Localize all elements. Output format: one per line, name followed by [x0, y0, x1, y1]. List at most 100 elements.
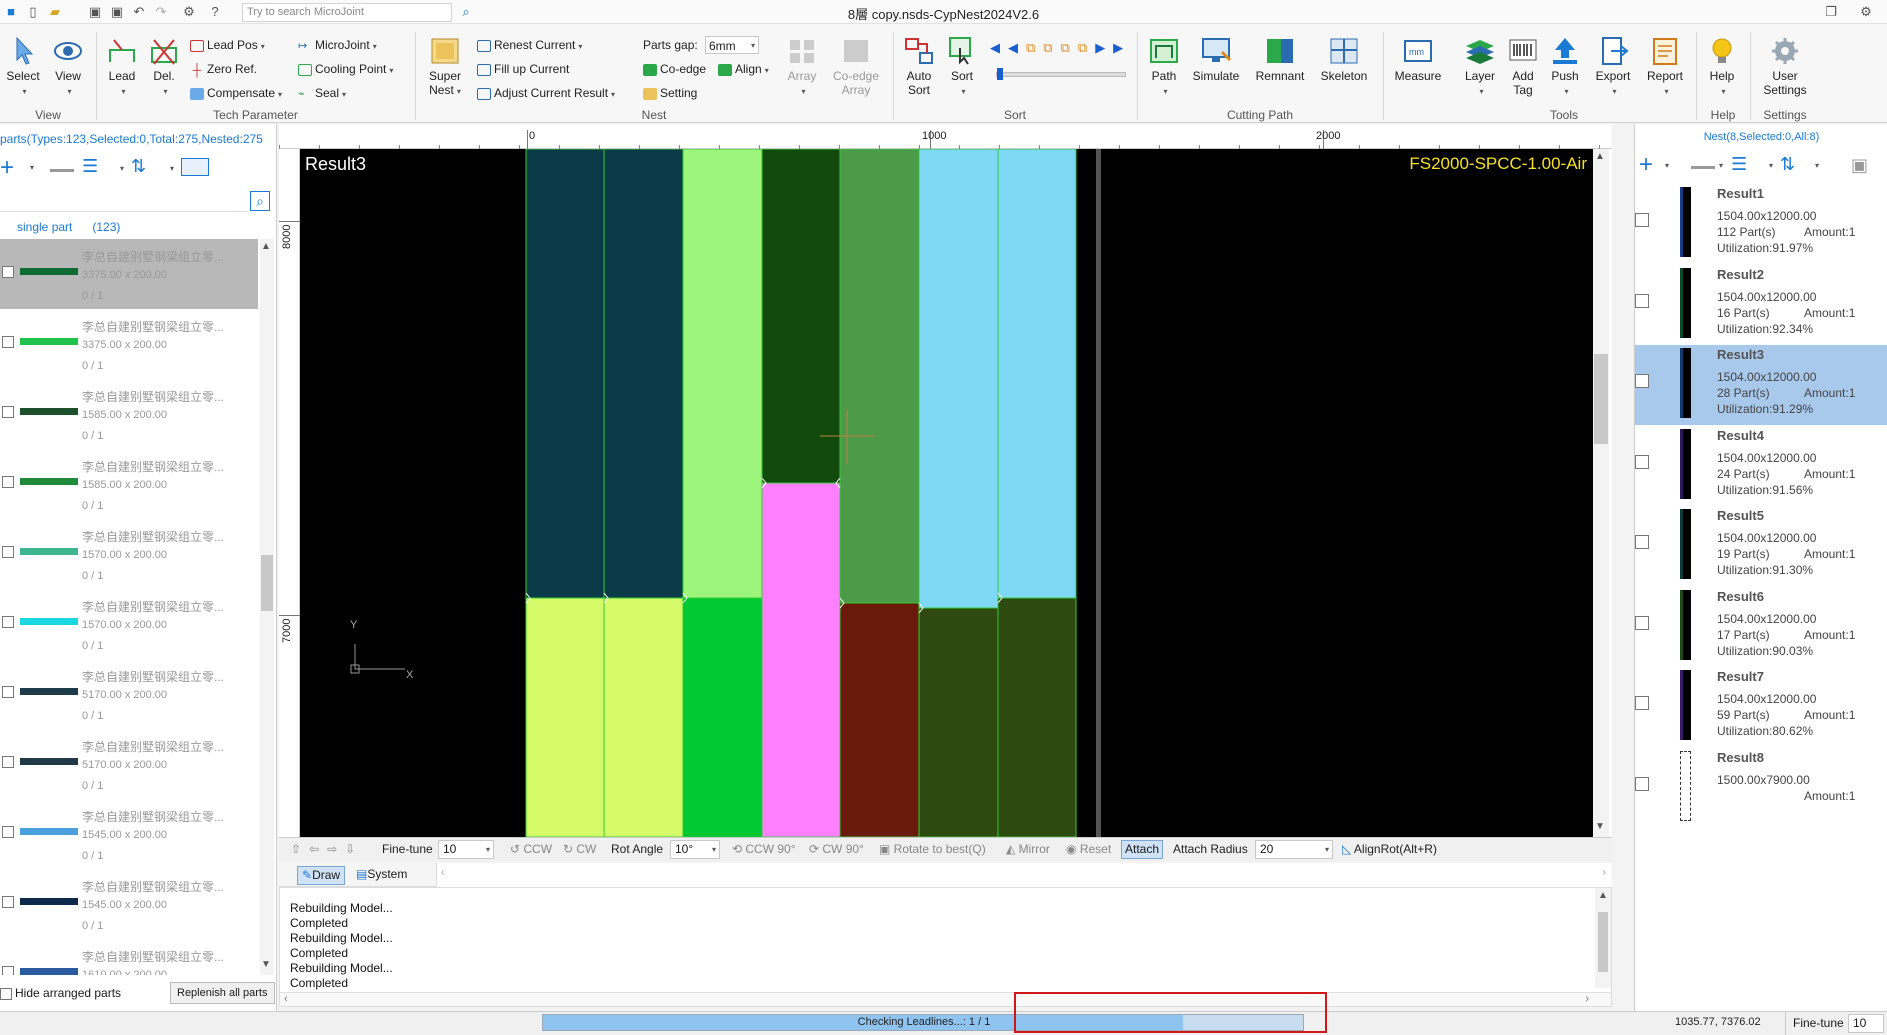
table-view-icon[interactable]	[181, 158, 209, 176]
result-item[interactable]: Result7 1504.00x12000.00 59 Part(s) Amount:…	[1635, 668, 1887, 748]
replenish-all-parts-button[interactable]: Replenish all parts	[170, 982, 275, 1004]
scroll-up-icon[interactable]: ▲	[1598, 890, 1608, 901]
rot-angle-select[interactable]: 10° ▾	[670, 840, 720, 859]
part-row[interactable]: 李总自建别墅钢梁组立零... 1570.00 x 200.00 0 / 1	[0, 519, 260, 589]
align-button[interactable]: Align ▾	[718, 60, 769, 78]
fill-up-current-button[interactable]: Fill up Current	[477, 60, 569, 78]
tab-system[interactable]: ▤System	[352, 866, 411, 885]
part-checkbox[interactable]	[2, 826, 14, 838]
part-checkbox[interactable]	[2, 476, 14, 488]
nested-part[interactable]	[603, 597, 684, 837]
tab-draw[interactable]: ✎Draw	[297, 866, 346, 885]
result-item[interactable]: Result3 1504.00x12000.00 28 Part(s) Amount:…	[1635, 346, 1887, 426]
nested-part[interactable]	[603, 149, 684, 599]
result-checkbox[interactable]	[1635, 696, 1649, 710]
renest-current-button[interactable]: Renest Current ▾	[477, 36, 582, 54]
part-row[interactable]: 李总自建别墅钢梁组立零... 1585.00 x 200.00 0 / 1	[0, 379, 260, 449]
add-part-icon[interactable]: +	[0, 156, 14, 180]
add-tag-button[interactable]: Add Tag	[1504, 36, 1542, 97]
skeleton-button[interactable]: Skeleton	[1316, 36, 1372, 83]
nested-part[interactable]	[997, 149, 1077, 599]
part-row[interactable]: 李总自建别墅钢梁组立零... 5170.00 x 200.00 0 / 1	[0, 659, 260, 729]
remove-part-icon[interactable]	[50, 169, 74, 172]
remove-result-icon[interactable]	[1691, 166, 1715, 169]
chevron-down-icon[interactable]: ▾	[30, 163, 34, 172]
nested-part[interactable]	[761, 149, 841, 484]
scroll-down-icon[interactable]: ▼	[1595, 821, 1605, 832]
remnant-button[interactable]: Remnant	[1252, 36, 1308, 83]
scroll-up-icon[interactable]: ▲	[1595, 151, 1605, 162]
result-checkbox[interactable]	[1635, 776, 1649, 791]
checkbox-icon[interactable]	[0, 987, 12, 1000]
nested-part[interactable]	[682, 597, 763, 837]
co-edge-button[interactable]: Co-edge	[643, 60, 706, 78]
cooling-point-button[interactable]: Cooling Point ▾	[298, 60, 393, 78]
result-checkbox[interactable]	[1635, 535, 1649, 549]
log-scrollbar[interactable]: ▲	[1595, 888, 1611, 988]
part-checkbox[interactable]	[2, 616, 14, 628]
seal-button[interactable]: ⌁ Seal ▾	[298, 84, 346, 102]
last-step-icon[interactable]: ▶▶	[1095, 40, 1131, 55]
scroll-down-icon[interactable]: ▼	[261, 959, 271, 970]
parts-gap-select[interactable]: 6mm ▾	[705, 36, 759, 54]
select-button[interactable]: Select ▾	[4, 36, 42, 99]
restore-icon[interactable]: ❐	[1822, 3, 1840, 21]
attach-radius-select[interactable]: 20 ▾	[1255, 840, 1333, 859]
part-checkbox[interactable]	[2, 896, 14, 908]
sort-parts-icon[interactable]: ⇅	[131, 156, 151, 176]
delete-lead-button[interactable]: Del. ▾	[146, 36, 182, 99]
lead-button[interactable]: Lead ▾	[102, 36, 142, 99]
sort-step-controls[interactable]: ◀◀⧉⧉⧉⧉▶▶	[990, 40, 1131, 56]
result-item[interactable]: Result1 1504.00x12000.00 112 Part(s) Amount…	[1635, 185, 1887, 265]
part-row[interactable]: 李总自建别墅钢梁组立零... 3375.00 x 200.00 0 / 1	[0, 309, 260, 379]
nested-part[interactable]	[839, 149, 920, 604]
cw90-button[interactable]: ⟳ CW 90°	[809, 842, 864, 856]
nested-part[interactable]	[918, 607, 999, 837]
part-checkbox[interactable]	[2, 686, 14, 698]
ccw90-button[interactable]: ⟲ CCW 90°	[732, 842, 796, 856]
log-h-scroll[interactable]: ‹ ›	[436, 863, 1612, 887]
part-checkbox[interactable]	[2, 546, 14, 558]
lead-pos-button[interactable]: Lead Pos ▾	[190, 36, 265, 54]
nested-part[interactable]	[997, 597, 1077, 837]
compensate-button[interactable]: Compensate ▾	[190, 84, 282, 102]
microjoint-button[interactable]: ↦ MicroJoint ▾	[298, 36, 377, 54]
adjust-current-result-button[interactable]: Adjust Current Result ▾	[477, 84, 615, 102]
scroll-right-icon[interactable]: ›	[1585, 993, 1589, 1005]
status-fine-tune-input[interactable]: 10	[1848, 1014, 1884, 1033]
auto-sort-button[interactable]: Auto Sort	[899, 36, 939, 97]
result-item[interactable]: Result4 1504.00x12000.00 24 Part(s) Amount:…	[1635, 427, 1887, 507]
scroll-left-icon[interactable]: ‹	[441, 867, 444, 878]
super-nest-button[interactable]: Super Nest ▾	[424, 36, 466, 99]
fine-tune-select[interactable]: 10 ▾	[438, 840, 494, 859]
scroll-thumb[interactable]	[1598, 912, 1608, 972]
nested-part[interactable]	[525, 597, 605, 837]
result-item[interactable]: Result5 1504.00x12000.00 19 Part(s) Amount:…	[1635, 507, 1887, 587]
simulate-button[interactable]: Simulate	[1190, 36, 1242, 83]
hide-arranged-checkbox[interactable]: Hide arranged parts	[0, 986, 121, 1000]
measure-button[interactable]: mm Measure	[1390, 36, 1446, 83]
save-icon[interactable]: ▣	[1851, 154, 1873, 176]
add-result-icon[interactable]: +	[1639, 153, 1653, 177]
part-row[interactable]: 李总自建别墅钢梁组立零... 1545.00 x 200.00 0 / 1	[0, 869, 260, 939]
parts-filter-field[interactable]	[0, 190, 248, 212]
chevron-down-icon[interactable]: ▾	[1769, 161, 1773, 170]
result-checkbox[interactable]	[1635, 454, 1649, 469]
user-settings-button[interactable]: User Settings	[1758, 36, 1812, 97]
gear-icon[interactable]: ⚙	[1857, 3, 1875, 21]
nested-part[interactable]	[525, 149, 605, 599]
scroll-thumb[interactable]	[261, 555, 273, 611]
nudge-arrows[interactable]: ⇧⇦⇨⇩	[291, 842, 363, 856]
scroll-up-icon[interactable]: ▲	[261, 241, 271, 252]
result-item[interactable]: Result6 1504.00x12000.00 17 Part(s) Amount:…	[1635, 588, 1887, 668]
part-checkbox[interactable]	[2, 756, 14, 768]
part-row[interactable]: 李总自建别墅钢梁组立零... 1610.00 x 200.00	[0, 939, 260, 975]
attach-toggle[interactable]: Attach	[1121, 840, 1164, 859]
path-button[interactable]: Path ▾	[1144, 36, 1184, 99]
co-edge-array-button[interactable]: Co-edge Array	[830, 36, 882, 97]
part-row[interactable]: 李总自建别墅钢梁组立零... 5170.00 x 200.00 0 / 1	[0, 729, 260, 799]
result-item[interactable]: Result2 1504.00x12000.00 16 Part(s) Amount:…	[1635, 266, 1887, 346]
chevron-down-icon[interactable]: ▾	[1815, 161, 1819, 170]
help-button[interactable]: Help ▾	[1702, 36, 1742, 99]
view-button[interactable]: View ▾	[48, 36, 88, 99]
